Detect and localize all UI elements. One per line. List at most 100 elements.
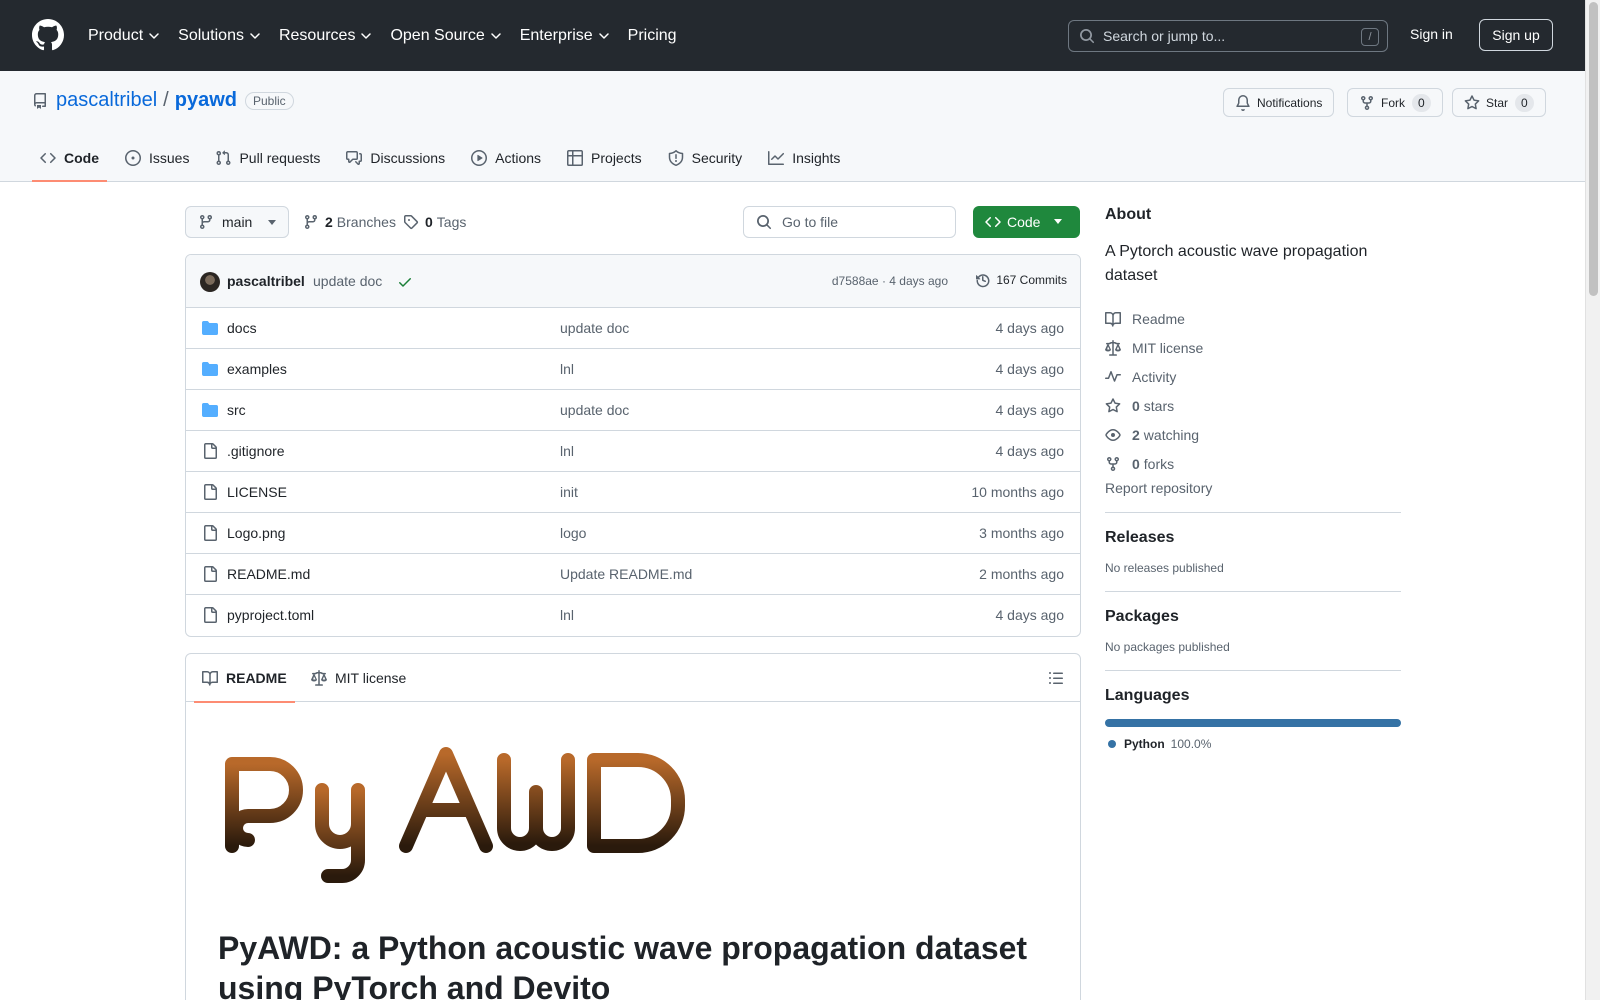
file-type xyxy=(202,443,218,459)
file-commit-message-link[interactable]: lnl xyxy=(560,361,574,377)
nav-item-resources[interactable]: Resources xyxy=(279,27,372,45)
issue-icon xyxy=(125,150,141,166)
commit-author-link[interactable]: pascaltribel xyxy=(227,273,305,289)
file-commit-message-link[interactable]: update doc xyxy=(560,402,629,418)
sign-up-button[interactable]: Sign up xyxy=(1479,19,1553,51)
file-name-link[interactable]: src xyxy=(227,402,246,418)
file-commit-message-link[interactable]: lnl xyxy=(560,443,574,459)
check-icon[interactable] xyxy=(397,274,413,290)
graph-icon xyxy=(768,151,785,165)
sidebar-item-stars[interactable]: 0 stars xyxy=(1105,391,1401,420)
tab-license[interactable]: MIT license xyxy=(311,654,406,702)
nav-item-enterprise[interactable]: Enterprise xyxy=(520,27,610,45)
tab-security[interactable]: Security xyxy=(660,134,751,182)
sidebar-item-count: 0 xyxy=(1132,455,1140,472)
sidebar-item-label: watching xyxy=(1143,426,1200,443)
file-name-link[interactable]: docs xyxy=(227,320,257,336)
tab-label: Issues xyxy=(149,150,190,166)
language-percent: 100.0% xyxy=(1170,737,1212,751)
code-icon xyxy=(40,152,56,164)
star-button[interactable]: Star 0 xyxy=(1452,88,1546,117)
file-icon xyxy=(204,443,217,459)
notifications-button[interactable]: Notifications xyxy=(1223,88,1335,117)
book-icon xyxy=(1105,311,1121,327)
pyawd-logo xyxy=(225,747,685,883)
file-commit-message-link[interactable]: Update README.md xyxy=(560,566,692,582)
tab-insights[interactable]: Insights xyxy=(760,134,848,182)
star-count: 0 xyxy=(1515,93,1534,112)
fork-count: 0 xyxy=(1412,93,1431,112)
file-name-link[interactable]: pyproject.toml xyxy=(227,607,314,623)
sidebar-item-count: 0 xyxy=(1132,397,1140,414)
play-icon xyxy=(471,150,488,166)
file-icon xyxy=(204,484,217,500)
about-description: A Pytorch acoustic wave propagation data… xyxy=(1105,243,1368,284)
nav-item-pricing[interactable]: Pricing xyxy=(628,27,677,45)
tab-code[interactable]: Code xyxy=(32,134,107,182)
table-row: src update doc 4 days ago xyxy=(186,390,1080,431)
commits-history-link[interactable]: 167 Commits xyxy=(975,272,1067,288)
packages-title[interactable]: Packages xyxy=(1105,608,1401,626)
branches-label: Branches xyxy=(336,214,396,230)
sidebar-item-mit-license[interactable]: MIT license xyxy=(1105,333,1401,362)
fork-button[interactable]: Fork 0 xyxy=(1347,88,1443,117)
file-name-link[interactable]: .gitignore xyxy=(227,443,285,459)
language-item[interactable]: Python 100.0% xyxy=(1105,737,1401,751)
file-type xyxy=(202,484,218,500)
go-to-file-input[interactable]: Go to file xyxy=(743,206,956,238)
file-commit-message-link[interactable]: update doc xyxy=(560,320,629,336)
file-name-link[interactable]: Logo.png xyxy=(227,525,285,541)
global-search-input[interactable]: Search or jump to... / xyxy=(1068,20,1388,52)
branches-link[interactable]: 2 Branches xyxy=(303,206,396,238)
file-name-link[interactable]: LICENSE xyxy=(227,484,287,500)
github-logo-icon[interactable] xyxy=(32,19,64,51)
scrollbar-thumb[interactable] xyxy=(1589,2,1598,296)
table-of-contents-icon[interactable] xyxy=(1048,670,1064,686)
nav-item-product[interactable]: Product xyxy=(88,27,160,45)
file-commit-message-link[interactable]: logo xyxy=(560,525,586,541)
code-dropdown-button[interactable]: Code xyxy=(973,206,1080,238)
commit-message-link[interactable]: update doc xyxy=(313,273,382,289)
chevron-down-icon xyxy=(149,32,159,39)
sidebar-item-readme[interactable]: Readme xyxy=(1105,304,1401,333)
repo-owner-link[interactable]: pascaltribel xyxy=(56,89,157,112)
sidebar-item-forks[interactable]: 0 forks xyxy=(1105,449,1401,478)
file-icon xyxy=(204,525,217,541)
visibility-badge: Public xyxy=(244,91,294,110)
tags-link[interactable]: 0 Tags xyxy=(403,206,466,238)
pulse-icon xyxy=(1105,370,1121,382)
file-commit-message-link[interactable]: init xyxy=(560,484,578,500)
folder-icon xyxy=(202,321,218,335)
page-scrollbar[interactable] xyxy=(1585,0,1600,1000)
nav-item-solutions[interactable]: Solutions xyxy=(178,27,261,45)
sidebar-item-label: stars xyxy=(1143,397,1175,414)
commit-time: 4 days ago xyxy=(889,274,948,288)
tab-label: Insights xyxy=(792,150,841,166)
commit-hash-and-time[interactable]: d7588ae · 4 days ago xyxy=(832,274,948,288)
tab-readme[interactable]: README xyxy=(194,654,295,703)
commit-separator: · xyxy=(881,274,886,288)
file-commit-message-link[interactable]: lnl xyxy=(560,607,574,623)
tab-pull-requests[interactable]: Pull requests xyxy=(207,134,328,182)
about-title: About xyxy=(1105,206,1152,223)
nav-item-open-source[interactable]: Open Source xyxy=(390,27,501,45)
releases-section: Releases No releases published xyxy=(1105,513,1401,592)
tab-actions[interactable]: Actions xyxy=(463,134,549,182)
sidebar-item-activity[interactable]: Activity xyxy=(1105,362,1401,391)
tab-projects[interactable]: Projects xyxy=(559,134,650,182)
report-repository-link[interactable]: Report repository xyxy=(1105,480,1401,513)
table-row: .gitignore lnl 4 days ago xyxy=(186,431,1080,472)
releases-title[interactable]: Releases xyxy=(1105,529,1401,547)
tab-discussions[interactable]: Discussions xyxy=(338,134,453,182)
branch-selector[interactable]: main xyxy=(185,206,289,238)
avatar[interactable] xyxy=(200,272,220,292)
repo-name-link[interactable]: pyawd xyxy=(175,89,237,112)
chevron-down-icon xyxy=(361,32,372,39)
table-icon xyxy=(567,150,584,166)
sign-in-link[interactable]: Sign in xyxy=(1410,26,1453,42)
file-name-link[interactable]: examples xyxy=(227,361,287,377)
file-name-link[interactable]: README.md xyxy=(227,566,310,582)
sidebar-item-watching[interactable]: 2 watching xyxy=(1105,420,1401,449)
tab-issues[interactable]: Issues xyxy=(117,134,197,182)
file-commit-date: 4 days ago xyxy=(995,607,1065,623)
